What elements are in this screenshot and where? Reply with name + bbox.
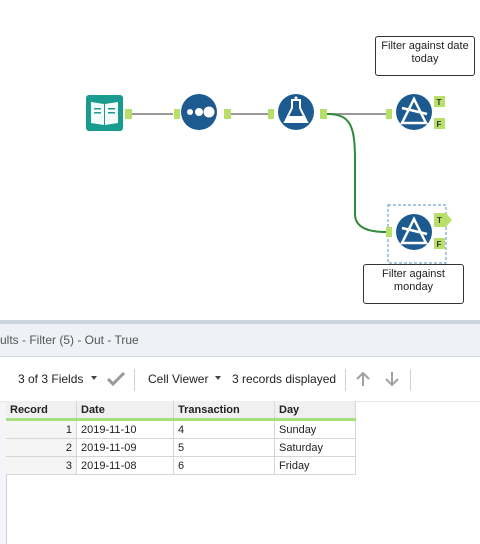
cell-record[interactable]: 3: [6, 456, 77, 475]
filter-tool[interactable]: T F: [386, 94, 445, 130]
results-toolbar: 3 of 3 Fields Cell Viewer 3 records disp…: [0, 357, 480, 402]
cell-day[interactable]: Saturday: [274, 438, 356, 457]
fields-selector-label[interactable]: 3 of 3 Fields: [18, 372, 83, 386]
toolbar-separator: [134, 369, 135, 391]
false-anchor-label: F: [437, 240, 442, 249]
results-header: ults - Filter (5) - Out - True: [0, 324, 480, 357]
cell-transaction[interactable]: 4: [173, 419, 275, 439]
workflow-canvas[interactable]: T F T F Filter against date today Filter…: [0, 0, 480, 320]
output-anchor[interactable]: [320, 109, 327, 119]
arrow-up-icon[interactable]: [354, 370, 372, 388]
cell-day[interactable]: Friday: [274, 456, 356, 475]
cell-date[interactable]: 2019-11-08: [76, 456, 174, 475]
connector-formula-to-filter-selected[interactable]: [326, 113, 387, 233]
column-header-date[interactable]: Date: [76, 401, 174, 421]
output-anchor[interactable]: [125, 109, 132, 119]
toolbar-separator: [345, 369, 346, 391]
table-row[interactable]: 1 2019-11-10 4 Sunday: [6, 419, 356, 439]
checkmark-icon[interactable]: [106, 370, 126, 388]
table-row[interactable]: 2 2019-11-09 5 Saturday: [6, 438, 356, 457]
column-header-day[interactable]: Day: [274, 401, 356, 421]
true-anchor-label: T: [437, 216, 442, 225]
input-anchor[interactable]: [268, 109, 274, 119]
annotation-filter-date-today[interactable]: Filter against date today: [375, 36, 475, 76]
cell-viewer-label[interactable]: Cell Viewer: [148, 372, 208, 386]
input-anchor[interactable]: [386, 227, 392, 237]
results-title: ults - Filter (5) - Out - True: [0, 333, 139, 347]
column-header-transaction[interactable]: Transaction: [173, 401, 275, 421]
cell-date[interactable]: 2019-11-10: [76, 419, 174, 439]
cell-transaction[interactable]: 5: [173, 438, 275, 457]
cell-transaction[interactable]: 6: [173, 456, 275, 475]
column-header-record[interactable]: Record: [6, 401, 77, 421]
table-row[interactable]: 3 2019-11-08 6 Friday: [6, 456, 356, 475]
output-anchor[interactable]: [224, 109, 231, 119]
toolbar-separator: [410, 369, 411, 391]
table-header-row: Record Date Transaction Day: [6, 401, 356, 421]
input-data-tool[interactable]: [86, 95, 132, 131]
cell-record[interactable]: 1: [6, 419, 77, 439]
records-count-label: 3 records displayed: [232, 372, 337, 386]
cell-viewer-dropdown-icon[interactable]: [215, 376, 221, 380]
false-anchor-label: F: [437, 120, 442, 129]
filter-tool-selected[interactable]: T F: [386, 204, 452, 264]
results-table: Record Date Transaction Day 1 2019-11-10…: [6, 401, 356, 475]
input-anchor[interactable]: [386, 109, 392, 119]
arrow-down-icon[interactable]: [383, 370, 401, 388]
formula-tool[interactable]: [268, 94, 327, 130]
cell-record[interactable]: 2: [6, 438, 77, 457]
annotation-filter-monday[interactable]: Filter against monday: [363, 264, 464, 304]
true-anchor-label: T: [437, 98, 442, 107]
cell-date[interactable]: 2019-11-09: [76, 438, 174, 457]
input-anchor[interactable]: [174, 109, 180, 119]
fields-dropdown-icon[interactable]: [91, 376, 97, 380]
datetime-parse-tool[interactable]: [174, 94, 231, 130]
cell-day[interactable]: Sunday: [274, 419, 356, 439]
